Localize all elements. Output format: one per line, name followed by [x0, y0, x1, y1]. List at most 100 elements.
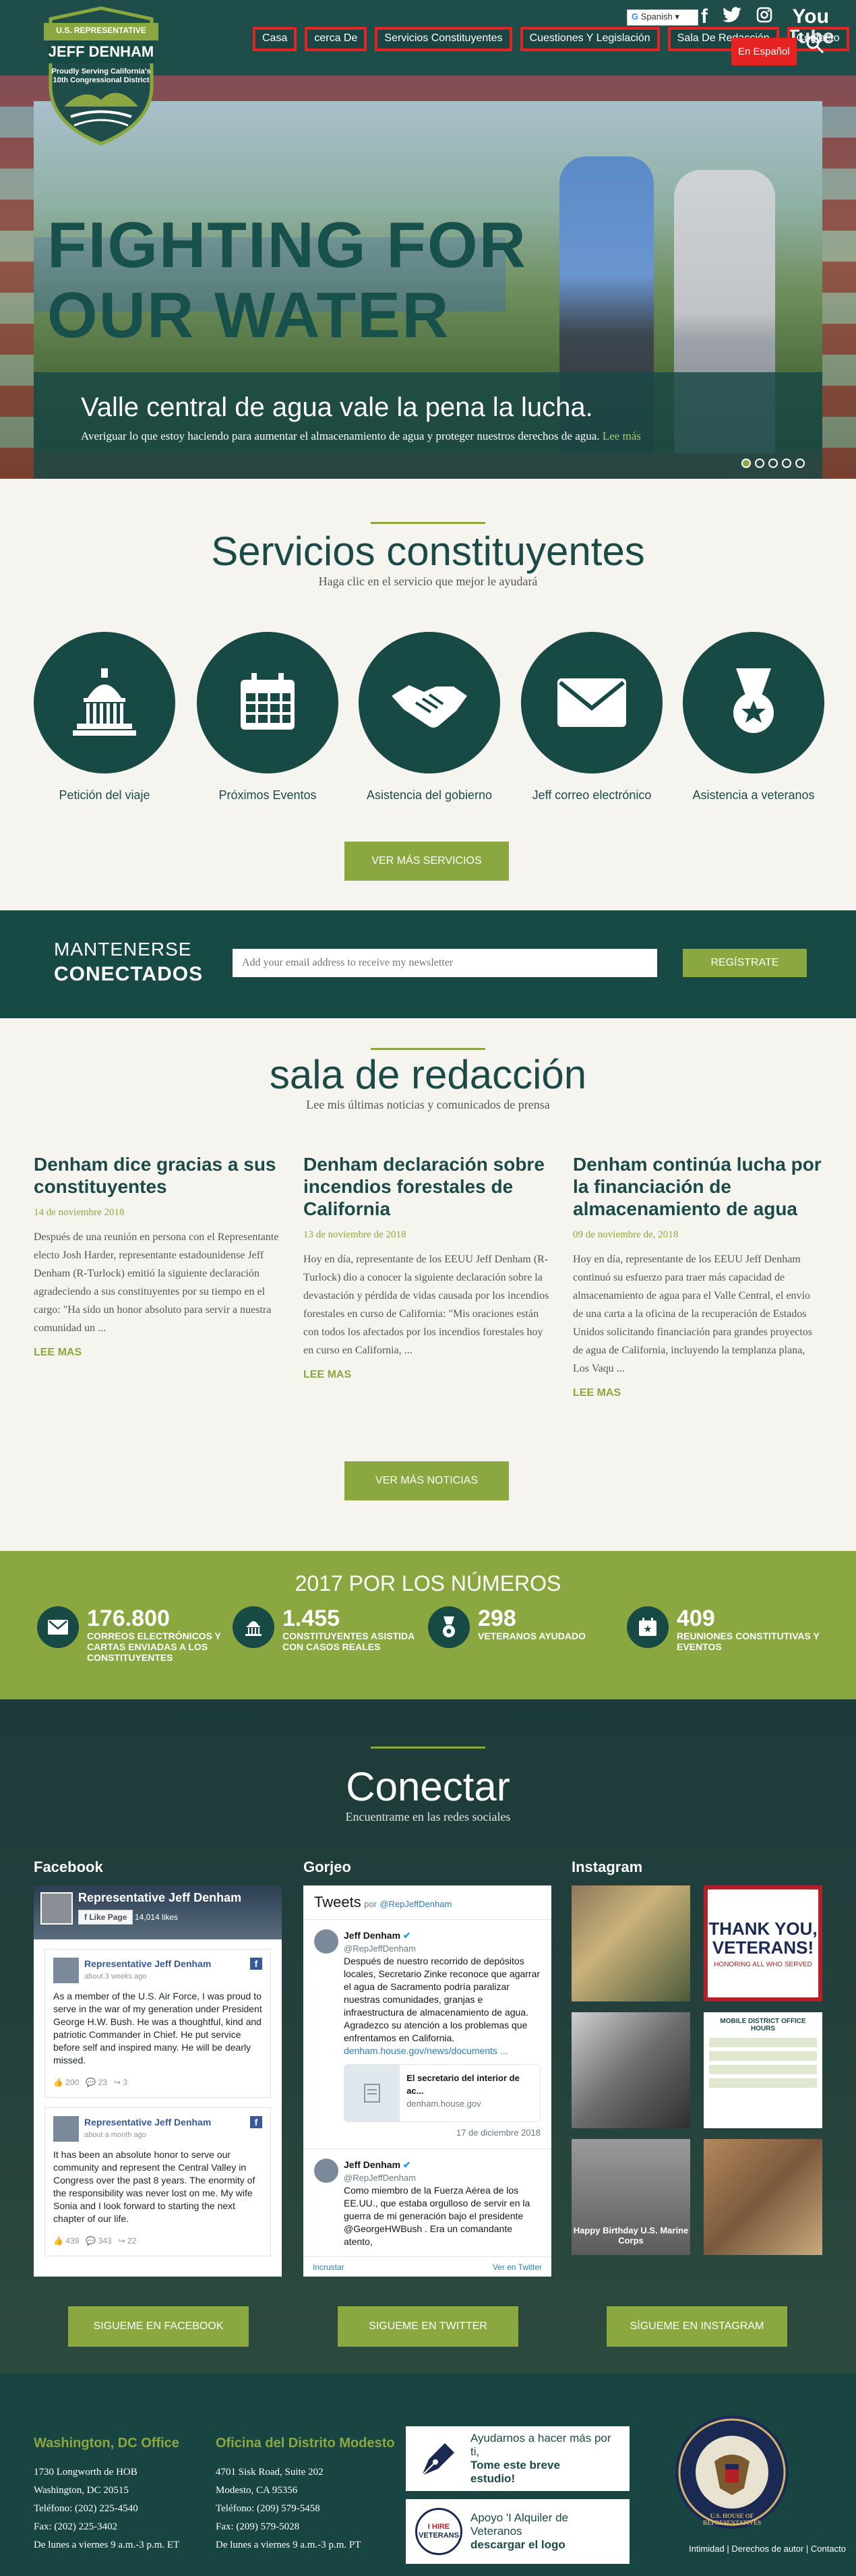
envelope-icon — [37, 1606, 79, 1648]
survey-cta[interactable]: Ayudarnos a hacer más por ti, Tome este b… — [406, 2426, 630, 2491]
follow-facebook-button[interactable]: SIGUEME EN FACEBOOK — [68, 2306, 249, 2347]
instagram-post[interactable] — [704, 2139, 822, 2255]
facebook-page-name[interactable]: Representative Jeff Denham — [78, 1891, 241, 1905]
hero-read-more-link[interactable]: Lee más — [603, 430, 641, 442]
view-on-twitter-link[interactable]: Ver en Twitter — [493, 2262, 542, 2272]
house-seal: U.S. HOUSE OF REPRESENTATIVES — [674, 2414, 790, 2530]
dc-office-title: Washington, DC Office — [34, 2436, 179, 2451]
more-news-button[interactable]: VER MÁS NOTICIAS — [344, 1461, 509, 1500]
article-excerpt: Hoy en día, representante de los EEUU Je… — [303, 1254, 549, 1356]
article-read-more-link[interactable]: LEE MAS — [573, 1387, 822, 1399]
slider-dot[interactable] — [741, 459, 751, 468]
article-date: 13 de noviembre de 2018 — [303, 1229, 406, 1240]
medal-icon — [683, 632, 824, 773]
section-rule — [371, 1747, 485, 1749]
tweet-handle: @RepJeffDenham — [344, 2173, 416, 2183]
newsroom-title: sala de redacción — [269, 1052, 587, 1097]
post-reactions: 👍 200 💬 23 ↪ 3 — [53, 2078, 128, 2087]
language-select-value: Spanish — [640, 11, 673, 22]
facebook-icon: f — [250, 1958, 262, 1970]
facebook-widget[interactable]: Representative Jeff Denham f Like Page 1… — [34, 1885, 282, 2277]
newsletter-signup-button[interactable]: REGÍSTRATE — [683, 949, 807, 977]
service-gov-assistance[interactable]: Asistencia del gobierno — [359, 632, 500, 802]
hero-caption: Valle central de agua vale la pena la lu… — [34, 372, 822, 479]
post-author[interactable]: Representative Jeff Denham — [84, 2116, 245, 2129]
twitter-handle-link[interactable]: @RepJeffDenham — [379, 1899, 452, 1909]
language-select[interactable]: G Spanish ▾ — [627, 9, 698, 26]
social-section: Conectar Encuentrame en las redes social… — [0, 1699, 856, 2374]
nav-home[interactable]: Casa — [253, 27, 297, 51]
tweet-link-card[interactable]: El secretario del interior de ac... denha… — [344, 2064, 541, 2122]
instagram-post[interactable]: MOBILE DISTRICT OFFICE HOURS — [704, 2012, 822, 2128]
slider-dot[interactable] — [782, 459, 791, 468]
hire-veterans-cta[interactable]: I HIRE VETERANS Apoyo 'I Alquiler de Veter… — [406, 2499, 630, 2564]
nav-espanol-link[interactable]: En Español — [731, 38, 797, 65]
nav-services[interactable]: Servicios Constituyentes — [375, 27, 512, 51]
medal-icon — [428, 1606, 470, 1648]
numbers-section: 2017 POR LOS NÚMEROS 176.800 CORREOS ELEC… — [0, 1551, 856, 1699]
tweet-handle: @RepJeffDenham — [344, 1943, 416, 1954]
section-rule — [371, 1048, 485, 1050]
slider-dot[interactable] — [795, 459, 805, 468]
site-logo[interactable]: U.S. REPRESENTATIVE JEFF DENHAM Proudly … — [44, 5, 158, 147]
capitol-icon — [34, 632, 175, 773]
twitter-embed-link[interactable]: Incrustar — [313, 2262, 344, 2272]
nav-issues[interactable]: Cuestiones Y Legislación — [520, 27, 660, 51]
facebook-likes-count: 14,014 likes — [135, 1912, 179, 1922]
stat-label: CORREOS ELECTRÓNICOS Y CARTAS ENVIADAS A… — [87, 1631, 221, 1663]
follow-instagram-button[interactable]: SÍGUEME EN INSTAGRAM — [607, 2306, 787, 2347]
services-subtitle: Haga clic en el servicio que mejor le ay… — [318, 575, 538, 588]
tweet: Jeff Denham ✔ @RepJeffDenham Como miembr… — [303, 2149, 551, 2258]
article-title[interactable]: Denham dice gracias a sus constituyentes — [34, 1153, 283, 1198]
service-events[interactable]: Próximos Eventos — [197, 632, 338, 802]
stat-value: 176.800 — [87, 1606, 170, 1631]
post-author[interactable]: Representative Jeff Denham — [84, 1958, 245, 1970]
site-footer: Washington, DC Office 1730 Longworth de … — [0, 2374, 856, 2576]
dc-office: Washington, DC Office 1730 Longworth de … — [34, 2434, 179, 2554]
article-read-more-link[interactable]: LEE MAS — [34, 1347, 283, 1359]
capitol-icon — [233, 1606, 274, 1648]
article-title[interactable]: Denham continúa lucha por la financiació… — [573, 1153, 822, 1220]
stat-item: 1.455 CONSTITUYENTES ASISTIDA CON CASOS R… — [233, 1606, 431, 1652]
footer-links[interactable]: Intimidad | Derechos de autor | Contacto — [689, 2544, 846, 2554]
slider-dot[interactable] — [768, 459, 778, 468]
phone-line: Teléfono: (209) 579-5458 — [216, 2503, 320, 2514]
connect-subtitle: Encuentrame en las redes sociales — [345, 1810, 511, 1823]
nav-about[interactable]: cerca De — [305, 27, 367, 51]
service-email[interactable]: Jeff correo electrónico — [521, 632, 663, 802]
service-label: Jeff correo electrónico — [532, 788, 652, 802]
hire-veterans-logo: I HIRE VETERANS — [415, 2508, 462, 2555]
tweet-author[interactable]: Jeff Denham — [344, 1930, 400, 1941]
stat-label: CONSTITUYENTES ASISTIDA CON CASOS REALES — [282, 1631, 415, 1652]
newsletter-line1: MANTENERSE — [54, 939, 192, 960]
newsletter-email-input[interactable] — [233, 949, 657, 977]
slider-dot[interactable] — [755, 459, 764, 468]
article-title[interactable]: Denham declaración sobre incendios fores… — [303, 1153, 553, 1220]
pen-icon — [415, 2435, 462, 2482]
article-read-more-link[interactable]: LEE MAS — [303, 1369, 553, 1381]
service-veterans[interactable]: Asistencia a veteranos — [683, 632, 824, 802]
tweet-author[interactable]: Jeff Denham — [344, 2159, 400, 2170]
verified-icon: ✔ — [402, 2159, 411, 2170]
instagram-post[interactable] — [572, 2012, 690, 2128]
follow-twitter-button[interactable]: SIGUEME EN TWITTER — [338, 2306, 518, 2347]
more-services-button[interactable]: VER MÁS SERVICIOS — [344, 842, 509, 881]
facebook-like-page-button[interactable]: f Like Page — [78, 1910, 133, 1925]
tweet-text: Como miembro de la Fuerza Aérea de los E… — [344, 2185, 530, 2247]
instagram-post[interactable]: Happy Birthday U.S. Marine Corps — [572, 2139, 690, 2255]
fax-line: Fax: (209) 579-5028 — [216, 2521, 300, 2532]
search-icon[interactable] — [805, 35, 824, 54]
news-article: Denham dice gracias a sus constituyentes… — [34, 1153, 283, 1359]
facebook-page-banner: Representative Jeff Denham f Like Page 1… — [34, 1885, 282, 1939]
calendar-icon — [197, 632, 338, 773]
calendar-icon — [627, 1606, 669, 1648]
logo-tagline: Proudly Serving California's 10th Congre… — [51, 67, 151, 84]
tweet-date[interactable]: 17 de diciembre 2018 — [344, 2126, 541, 2139]
instagram-post[interactable]: THANK YOU, VETERANS! HONORING ALL WHO SE… — [704, 1885, 822, 2001]
avatar — [53, 2116, 79, 2142]
twitter-widget[interactable]: Tweets por @RepJeffDenham Jeff Denham ✔ … — [303, 1885, 551, 2277]
hero-caption-text: Averiguar lo que estoy haciendo para aum… — [81, 430, 641, 442]
tweet-link[interactable]: denham.house.gov/news/documents ... — [344, 2045, 508, 2056]
instagram-post[interactable] — [572, 1885, 690, 2001]
service-travel[interactable]: Petición del viaje — [34, 632, 175, 802]
